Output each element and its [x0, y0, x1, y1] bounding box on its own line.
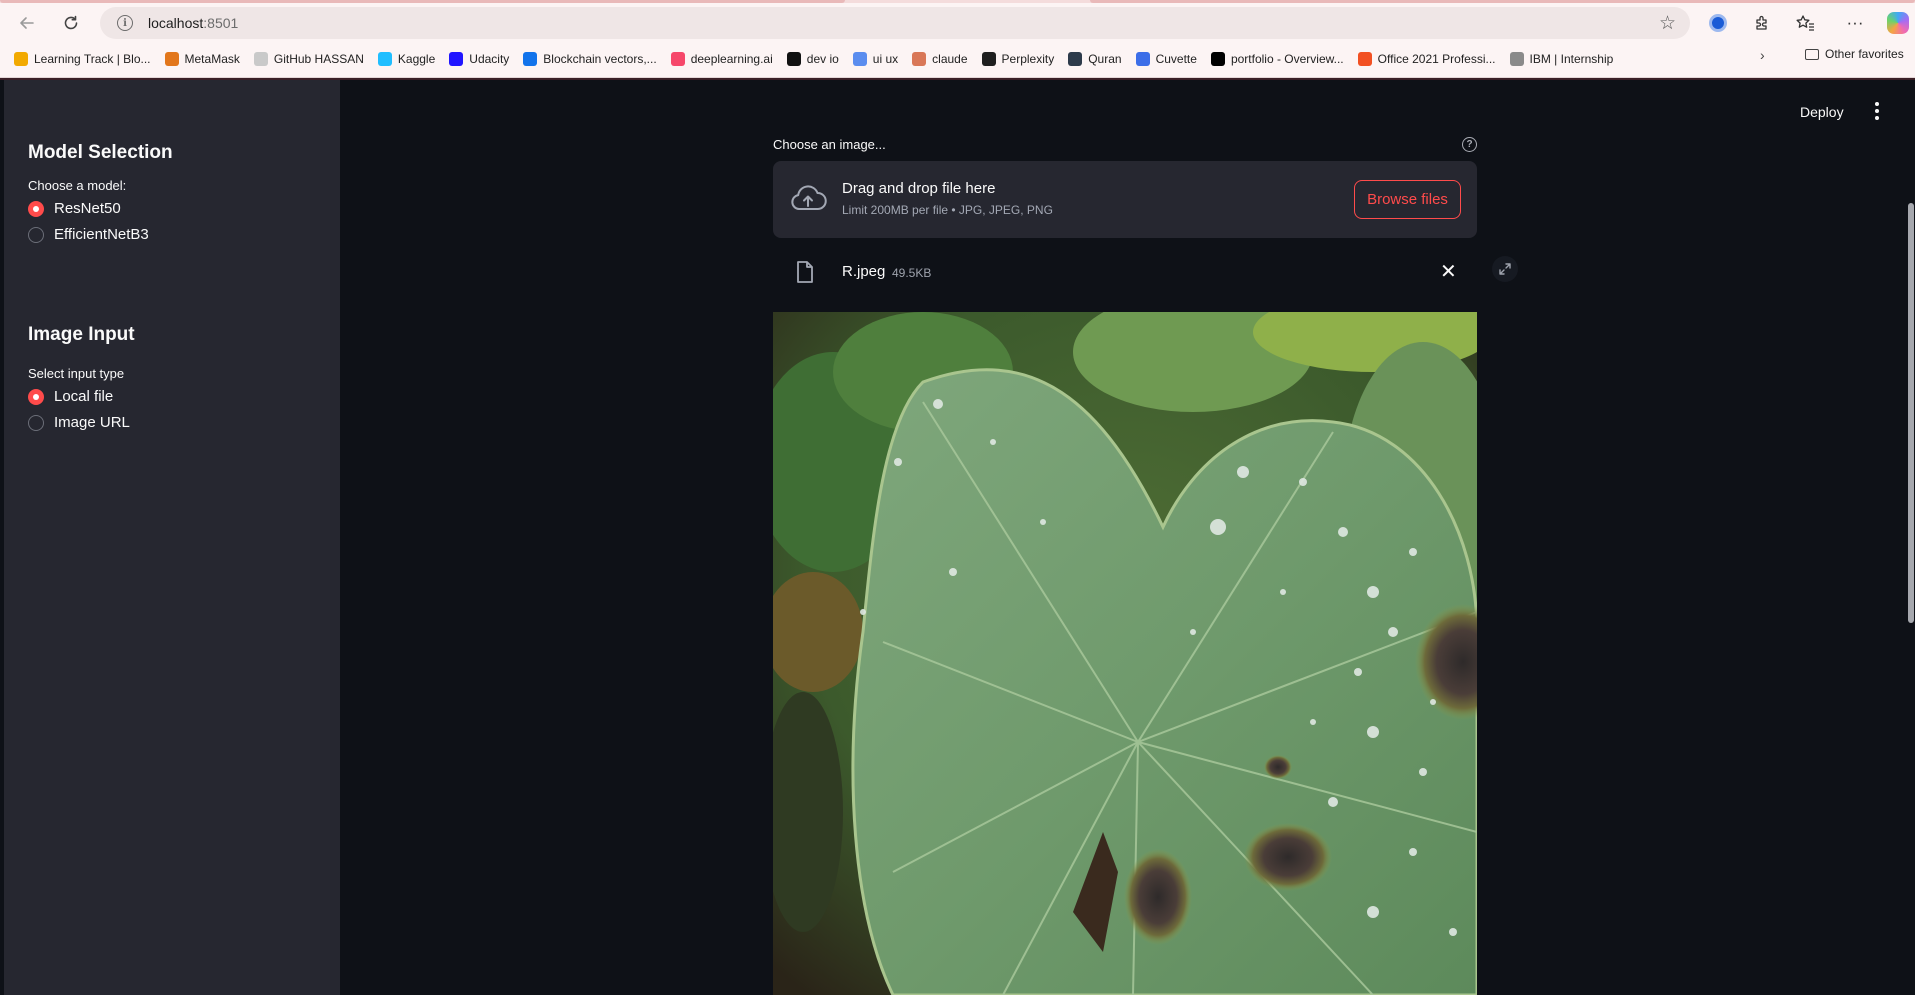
bookmark-label: Cuvette: [1155, 52, 1197, 66]
page-scrollbar[interactable]: [1908, 203, 1914, 623]
choose-model-label: Choose a model:: [28, 178, 127, 193]
freepik-icon: [523, 52, 538, 66]
uploaded-file-size: 49.5KB: [892, 266, 932, 280]
bookmark-label: Quran: [1088, 52, 1122, 66]
bookmark-item[interactable]: Perplexity: [981, 52, 1055, 66]
bookmark-label: claude: [932, 52, 968, 66]
bookmark-label: portfolio - Overview...: [1230, 52, 1344, 66]
claude-icon: [912, 52, 927, 66]
uiux-icon: [852, 52, 867, 66]
select-input-type-label: Select input type: [28, 366, 125, 381]
bookmark-label: Learning Track | Blo...: [34, 52, 151, 66]
back-button[interactable]: [12, 8, 42, 38]
radio-unselected-icon[interactable]: [28, 414, 44, 431]
bookmark-item[interactable]: Office 2021 Professi...: [1357, 52, 1496, 66]
more-menu-icon[interactable]: ···: [1842, 10, 1868, 36]
uploaded-file-row: R.jpeg 49.5KB ✕: [773, 248, 1477, 296]
bookmarks-bar: Learning Track | Blo... MetaMask GitHub HA…: [0, 47, 1915, 71]
cuvette-icon: [1135, 52, 1150, 66]
uploader-label: Choose an image...: [773, 137, 886, 152]
bookmark-item[interactable]: GitHub HASSAN: [253, 52, 364, 66]
copilot-icon[interactable]: [1885, 10, 1911, 36]
radio-selected-icon[interactable]: [28, 200, 44, 217]
bookmark-item[interactable]: ui ux: [852, 52, 899, 66]
radio-option-efficientnetb3[interactable]: EfficientNetB3: [28, 226, 149, 243]
bookmark-item[interactable]: Learning Track | Blo...: [14, 52, 151, 66]
deeplearning-icon: [670, 52, 685, 66]
windows-icon: [1357, 52, 1372, 66]
metamask-fox-icon: [164, 52, 179, 66]
fullscreen-expand-icon[interactable]: [1492, 256, 1518, 282]
bookmark-label: GitHub HASSAN: [273, 52, 364, 66]
address-bar[interactable]: i localhost:8501 ☆: [100, 7, 1690, 39]
folder-icon: [1805, 48, 1819, 60]
udacity-icon: [449, 52, 464, 66]
deploy-button[interactable]: Deploy: [1800, 104, 1844, 120]
perplexity-icon: [981, 52, 996, 66]
uploaded-image-leaf: [773, 312, 1477, 995]
radio-unselected-icon[interactable]: [28, 226, 44, 243]
radio-selected-icon[interactable]: [28, 388, 44, 405]
vercel-icon: [1210, 52, 1225, 66]
bookmark-label: deeplearning.ai: [690, 52, 773, 66]
favorite-star-icon[interactable]: ☆: [1659, 12, 1676, 35]
github-icon: [253, 52, 268, 66]
bookmark-label: Udacity: [469, 52, 510, 66]
kaggle-icon: [377, 52, 392, 66]
browser-toolbar: i localhost:8501 ☆ ··· Learning Track | …: [0, 0, 1915, 78]
bookmark-label: IBM | Internship: [1529, 52, 1614, 66]
bookmark-label: Office 2021 Professi...: [1377, 52, 1496, 66]
help-tooltip-icon[interactable]: ?: [1462, 137, 1477, 152]
image-input-title: Image Input: [28, 324, 135, 345]
favorites-icon[interactable]: [1792, 10, 1818, 36]
tab-strip: [0, 0, 1915, 3]
bookmark-item[interactable]: Udacity: [449, 52, 509, 66]
file-dropzone[interactable]: Drag and drop file here Limit 200MB per …: [773, 161, 1477, 238]
bookmark-item[interactable]: deeplearning.ai: [670, 52, 773, 66]
url-text[interactable]: localhost:8501: [148, 15, 238, 31]
radio-option-resnet50[interactable]: ResNet50: [28, 200, 121, 217]
bookmark-item[interactable]: Quran: [1068, 52, 1122, 66]
bookmarks-overflow-chevron-icon[interactable]: ›: [1760, 47, 1765, 63]
bookmark-label: MetaMask: [184, 52, 240, 66]
extensions-puzzle-icon[interactable]: [1749, 10, 1775, 36]
other-favorites[interactable]: Other favorites: [1805, 47, 1904, 61]
devio-icon: [786, 52, 801, 66]
bookmark-item[interactable]: dev io: [786, 52, 839, 66]
bookmark-item[interactable]: IBM | Internship: [1509, 52, 1614, 66]
bookmark-item[interactable]: Kaggle: [377, 52, 436, 66]
bar-chart-icon: [14, 52, 28, 66]
browser-extension-icon[interactable]: [1705, 10, 1731, 36]
sidebar: Model Selection Choose a model: ResNet50…: [4, 80, 340, 995]
bookmark-label: Kaggle: [397, 52, 436, 66]
bookmark-label: Perplexity: [1001, 52, 1055, 66]
site-info-icon[interactable]: i: [117, 15, 133, 31]
dropzone-title: Drag and drop file here: [842, 180, 996, 197]
dropzone-limits: Limit 200MB per file • JPG, JPEG, PNG: [842, 203, 1053, 217]
ibm-icon: [1509, 52, 1524, 66]
model-selection-title: Model Selection: [28, 142, 173, 163]
cloud-upload-icon: [789, 185, 827, 218]
bookmark-label: ui ux: [872, 52, 899, 66]
radio-option-image-url[interactable]: Image URL: [28, 414, 130, 431]
bookmark-item[interactable]: MetaMask: [164, 52, 240, 66]
main-menu-kebab-icon[interactable]: [1869, 100, 1885, 122]
bookmark-item[interactable]: Cuvette: [1135, 52, 1197, 66]
remove-file-close-icon[interactable]: ✕: [1440, 262, 1457, 282]
bookmark-item[interactable]: claude: [912, 52, 968, 66]
quran-icon: [1068, 52, 1083, 66]
browse-files-button[interactable]: Browse files: [1354, 180, 1461, 219]
bookmark-item[interactable]: portfolio - Overview...: [1210, 52, 1344, 66]
bookmark-item[interactable]: Blockchain vectors,...: [523, 52, 657, 66]
streamlit-app: Model Selection Choose a model: ResNet50…: [0, 78, 1915, 995]
radio-option-local-file[interactable]: Local file: [28, 388, 113, 405]
bookmark-label: Blockchain vectors,...: [543, 52, 657, 66]
file-icon: [796, 260, 814, 289]
uploaded-file-name: R.jpeg: [842, 263, 886, 280]
reload-button[interactable]: [56, 8, 86, 38]
bookmark-label: dev io: [806, 52, 839, 66]
